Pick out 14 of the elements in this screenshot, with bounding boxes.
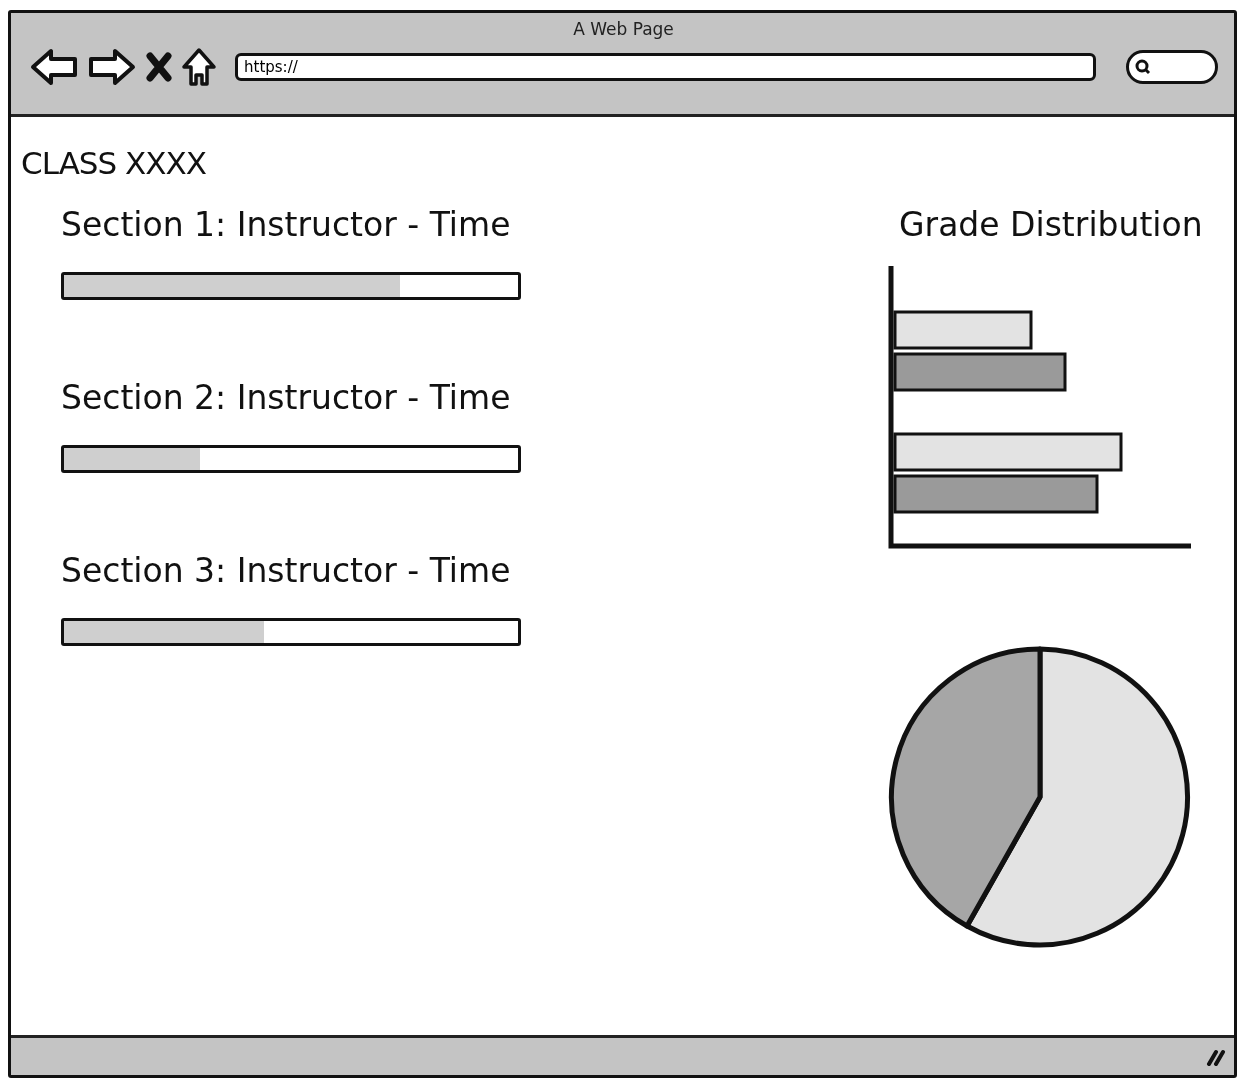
- search-field[interactable]: [1126, 50, 1218, 84]
- window-title: A Web Page: [573, 19, 674, 39]
- section-heading: Section 1: Instructor - Time: [61, 205, 512, 244]
- section-heading: Section 2: Instructor - Time: [61, 378, 512, 417]
- home-icon[interactable]: [181, 47, 217, 87]
- chart-title: Grade Distribution: [899, 205, 1204, 244]
- address-field[interactable]: https://: [235, 53, 1096, 81]
- forward-arrow-icon[interactable]: [87, 47, 137, 87]
- search-icon: [1135, 59, 1151, 75]
- page-title: CLASS XXXX: [21, 145, 207, 181]
- section-heading: Section 3: Instructor - Time: [61, 551, 512, 590]
- back-arrow-icon[interactable]: [29, 47, 79, 87]
- close-icon[interactable]: [145, 51, 173, 83]
- resize-grip-icon[interactable]: [1206, 1047, 1226, 1066]
